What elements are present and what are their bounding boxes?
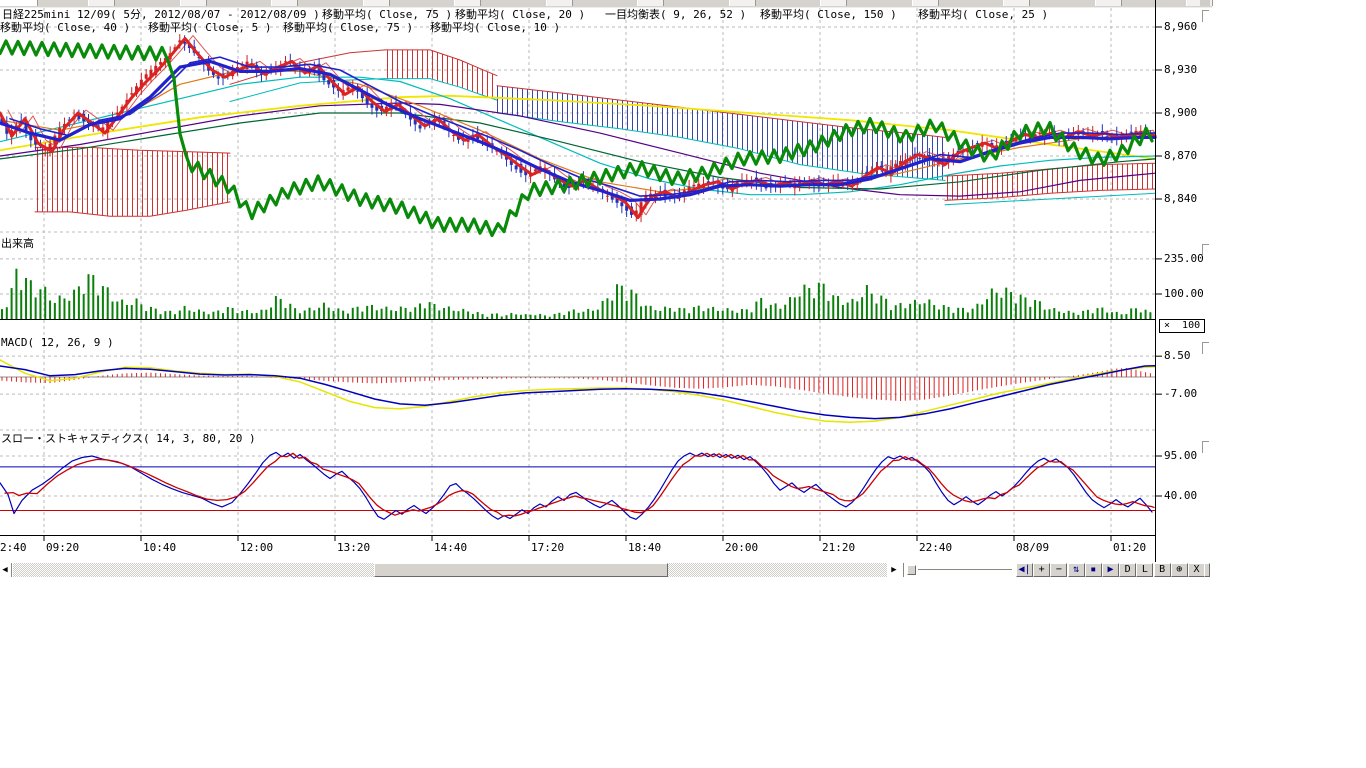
chart-application-window: 日経225mini 12/09( 5分, 2012/08/07 - 2012/0… (0, 0, 1366, 768)
time-tick-label: 2:40 (0, 541, 27, 554)
data-window-button[interactable]: D (1119, 563, 1136, 577)
crosshair-button[interactable]: ⊕ (1171, 563, 1188, 577)
y-axis-tick-label: 8,840 (1164, 192, 1197, 205)
legend-item: 移動平均( Close, 40 ) (0, 21, 130, 34)
chart-canvas[interactable] (0, 0, 1210, 578)
pane-corner-fragment (1202, 10, 1209, 22)
y-axis-tick-label: 100.00 (1164, 287, 1204, 300)
y-axis-tick-label: 40.00 (1164, 489, 1197, 502)
scroll-right-button[interactable]: ▶ (888, 563, 900, 577)
time-tick-label: 17:20 (531, 541, 564, 554)
scroll-start-button[interactable]: ◀| (1016, 563, 1033, 577)
pane-corner-fragment (1202, 441, 1209, 453)
divider (903, 563, 904, 577)
zoom-slider-handle[interactable] (907, 565, 916, 575)
time-tick-label: 21:20 (822, 541, 855, 554)
time-tick-label: 20:00 (725, 541, 758, 554)
time-tick-label: 12:00 (240, 541, 273, 554)
legend-item: 移動平均( Close, 20 ) (455, 8, 585, 21)
play-button[interactable]: ▶ (1102, 563, 1119, 577)
legend-item: 移動平均( Close, 25 ) (918, 8, 1048, 21)
line-tool-button[interactable]: L (1136, 563, 1153, 577)
legend-item: 移動平均( Close, 75 ) (283, 21, 413, 34)
time-tick-label: 14:40 (434, 541, 467, 554)
scroll-left-button[interactable]: ◀ (0, 563, 10, 577)
volume-pane-label: 出来高 (1, 237, 34, 250)
legend-item: 移動平均( Close, 75 ) (322, 8, 452, 21)
legend-item: 移動平均( Close, 5 ) (148, 21, 271, 34)
stochastics-pane-label: スロー・ストキャスティクス( 14, 3, 80, 20 ) (1, 432, 256, 445)
divider (11, 563, 12, 577)
bottom-scrollbar-row: ◀ ▶ ◀|+−⇅▪▶DLB⊕X (0, 563, 1212, 578)
time-tick-label: 09:20 (46, 541, 79, 554)
zoom-slider-track[interactable] (918, 569, 1012, 571)
legend-item: 移動平均( Close, 150 ) (760, 8, 897, 21)
y-axis-tick-label: 8.50 (1164, 349, 1191, 362)
chart-svg (0, 0, 1210, 578)
legend-item: 移動平均( Close, 10 ) (430, 21, 560, 34)
legend-item: 一目均衡表( 9, 26, 52 ) (605, 8, 746, 21)
close-button[interactable]: X (1188, 563, 1205, 577)
bar-tool-button[interactable]: B (1154, 563, 1171, 577)
ui-fragment (1200, 0, 1210, 6)
time-tick-label: 13:20 (337, 541, 370, 554)
time-tick-label: 10:40 (143, 541, 176, 554)
y-axis-tick-label: 8,900 (1164, 106, 1197, 119)
scrollbar-thumb[interactable] (374, 563, 668, 577)
scrollbar-track-right[interactable] (668, 563, 887, 577)
y-axis-tick-label: 235.00 (1164, 252, 1204, 265)
toolbar-stub (1204, 563, 1210, 577)
zoom-out-button[interactable]: − (1050, 563, 1067, 577)
macd-pane-label: MACD( 12, 26, 9 ) (1, 336, 114, 349)
legend-item: 日経225mini 12/09( 5分, 2012/08/07 - 2012/0… (2, 8, 320, 21)
y-axis-tick-label: 95.00 (1164, 449, 1197, 462)
time-tick-label: 22:40 (919, 541, 952, 554)
marker-button[interactable]: ▪ (1085, 563, 1102, 577)
time-tick-label: 01:20 (1113, 541, 1146, 554)
pane-corner-fragment (1202, 342, 1209, 354)
time-tick-label: 18:40 (628, 541, 661, 554)
y-axis-tick-label: 8,870 (1164, 149, 1197, 162)
fit-vertical-button[interactable]: ⇅ (1068, 563, 1085, 577)
y-axis-tick-label: 8,930 (1164, 63, 1197, 76)
time-tick-label: 08/09 (1016, 541, 1049, 554)
scrollbar-track-left[interactable] (13, 563, 374, 577)
zoom-in-button[interactable]: + (1033, 563, 1050, 577)
pane-corner-fragment (1202, 244, 1209, 256)
volume-multiplier-badge: × 100 (1159, 319, 1205, 333)
y-axis-tick-label: -7.00 (1164, 387, 1197, 400)
y-axis-tick-label: 8,960 (1164, 20, 1197, 33)
